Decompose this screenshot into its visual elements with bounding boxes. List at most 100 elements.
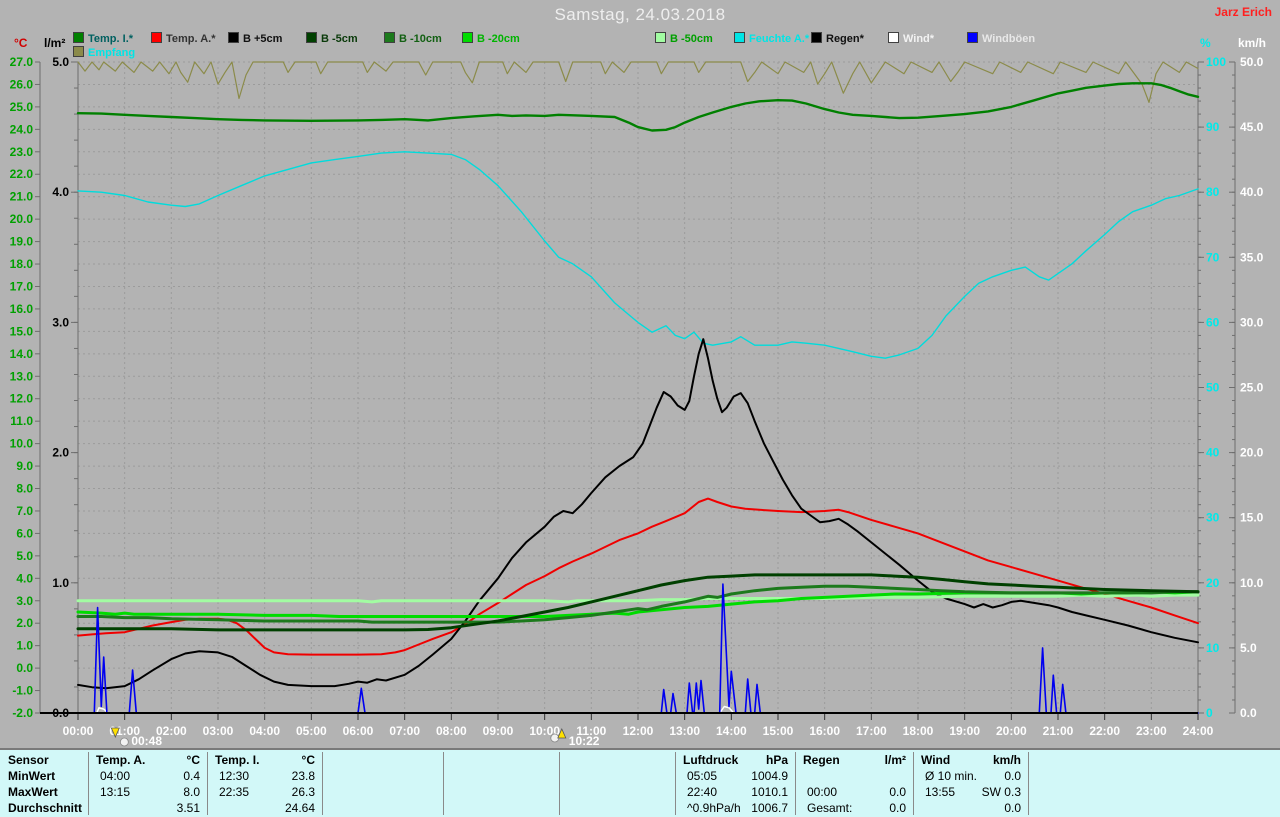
table-row-label: Sensor — [8, 752, 49, 768]
time-axis-label: 20:00 — [996, 724, 1027, 738]
table-col-unit: l/m² — [795, 752, 906, 768]
temp-axis-label: 5.0 — [16, 549, 33, 563]
rain-axis-label: 4.0 — [52, 185, 69, 199]
wind-axis-label: 45.0 — [1240, 120, 1264, 134]
table-cell-value: SW 0.3 — [913, 784, 1021, 800]
table-col-unit: °C — [207, 752, 315, 768]
temp-axis-label: 25.0 — [10, 100, 34, 114]
time-axis-label: 22:00 — [1089, 724, 1120, 738]
table-col-unit: °C — [88, 752, 200, 768]
table-cell-value: 26.3 — [207, 784, 315, 800]
humidity-axis-label: 10 — [1206, 641, 1220, 655]
time-axis-label: 17:00 — [856, 724, 887, 738]
wind-axis-label: 20.0 — [1240, 446, 1264, 460]
table-cell-value: 0.0 — [913, 800, 1021, 816]
time-axis-label: 13:00 — [669, 724, 700, 738]
table-col-unit: hPa — [675, 752, 788, 768]
time-axis-label: 08:00 — [436, 724, 467, 738]
table-cell-value: 1004.9 — [675, 768, 788, 784]
table-column-divider — [322, 752, 323, 815]
humidity-axis-label: 30 — [1206, 511, 1220, 525]
humidity-axis-label: 80 — [1206, 185, 1220, 199]
time-axis-label: 24:00 — [1183, 724, 1214, 738]
wind-axis-label: 0.0 — [1240, 706, 1257, 720]
table-row-label: MinWert — [8, 768, 55, 784]
temp-axis-label: 16.0 — [10, 302, 34, 316]
table-row-label: Durchschnitt — [8, 800, 82, 816]
humidity-axis-label: 70 — [1206, 250, 1220, 264]
table-cell-value: 8.0 — [88, 784, 200, 800]
table-cell-value: 0.0 — [795, 800, 906, 816]
temp-axis-label: -1.0 — [12, 684, 33, 698]
wind-axis-label: 30.0 — [1240, 315, 1264, 329]
temp-axis-label: 9.0 — [16, 459, 33, 473]
rain-axis-label: 2.0 — [52, 446, 69, 460]
time-axis-label: 23:00 — [1136, 724, 1167, 738]
temp-axis-label: 0.0 — [16, 661, 33, 675]
time-axis-label: 04:00 — [249, 724, 280, 738]
rain-axis-label: 1.0 — [52, 576, 69, 590]
temp-axis-label: 8.0 — [16, 482, 33, 496]
moonset-time-label: 00:48 — [131, 734, 162, 748]
temp-axis-label: -2.0 — [12, 706, 33, 720]
wind-axis-label: 25.0 — [1240, 381, 1264, 395]
temp-axis-label: 20.0 — [10, 212, 34, 226]
humidity-axis-label: 60 — [1206, 315, 1220, 329]
wind-axis-label: 10.0 — [1240, 576, 1264, 590]
temp-axis-label: 21.0 — [10, 190, 34, 204]
temp-axis-label: 4.0 — [16, 571, 33, 585]
time-axis-label: 12:00 — [623, 724, 654, 738]
temp-axis-label: 11.0 — [10, 414, 33, 428]
temp-axis-label: 14.0 — [10, 347, 34, 361]
humidity-axis-label: 50 — [1206, 381, 1220, 395]
moon-icon — [120, 738, 128, 746]
wind-axis-label: 40.0 — [1240, 185, 1264, 199]
table-cell-value: 23.8 — [207, 768, 315, 784]
temp-axis-label: 13.0 — [10, 369, 34, 383]
weather-chart-plot[interactable]: 27.026.025.024.023.022.021.020.019.018.0… — [0, 0, 1280, 748]
temp-axis-label: 18.0 — [10, 257, 34, 271]
time-axis-label: 18:00 — [903, 724, 934, 738]
table-cell-value: 0.4 — [88, 768, 200, 784]
time-axis-label: 21:00 — [1043, 724, 1074, 738]
temp-axis-label: 10.0 — [10, 437, 34, 451]
weather-app-window: Samstag, 24.03.2018 Jarz Erich °C l/m² %… — [0, 0, 1280, 817]
wind-axis-label: 15.0 — [1240, 511, 1264, 525]
summary-table: SensorMinWertMaxWertDurchschnittTemp. A.… — [0, 748, 1280, 817]
humidity-axis-label: 20 — [1206, 576, 1220, 590]
temp-axis-label: 17.0 — [10, 279, 34, 293]
table-cell-value: 3.51 — [88, 800, 200, 816]
temp-axis-label: 27.0 — [10, 55, 34, 69]
temp-axis-label: 24.0 — [10, 122, 34, 136]
moonrise-time-label: 10:22 — [569, 734, 600, 748]
temp-axis-label: 3.0 — [16, 594, 33, 608]
table-column-divider — [443, 752, 444, 815]
humidity-axis-label: 0 — [1206, 706, 1213, 720]
table-col-unit: km/h — [913, 752, 1021, 768]
time-axis-label: 03:00 — [203, 724, 234, 738]
temp-axis-label: 22.0 — [10, 167, 34, 181]
temp-axis-label: 1.0 — [16, 639, 33, 653]
table-column-divider — [559, 752, 560, 815]
temp-axis-label: 7.0 — [16, 504, 33, 518]
time-axis-label: 06:00 — [343, 724, 374, 738]
temp-axis-label: 23.0 — [10, 145, 34, 159]
table-cell-value: 24.64 — [207, 800, 315, 816]
temp-axis-label: 6.0 — [16, 526, 33, 540]
time-axis-label: 09:00 — [483, 724, 514, 738]
table-cell-value: 1006.7 — [675, 800, 788, 816]
humidity-axis-label: 100 — [1206, 55, 1226, 69]
table-column-divider — [1028, 752, 1029, 815]
temp-axis-label: 2.0 — [16, 616, 33, 630]
wind-axis-label: 35.0 — [1240, 250, 1264, 264]
time-axis-label: 19:00 — [949, 724, 980, 738]
temp-axis-label: 26.0 — [10, 77, 34, 91]
temp-axis-label: 15.0 — [10, 324, 34, 338]
table-cell-value: 0.0 — [913, 768, 1021, 784]
humidity-axis-label: 90 — [1206, 120, 1220, 134]
time-axis-label: 14:00 — [716, 724, 747, 738]
table-cell-value: 1010.1 — [675, 784, 788, 800]
wind-axis-label: 50.0 — [1240, 55, 1264, 69]
time-axis-label: 07:00 — [389, 724, 420, 738]
rain-axis-label: 5.0 — [52, 55, 69, 69]
